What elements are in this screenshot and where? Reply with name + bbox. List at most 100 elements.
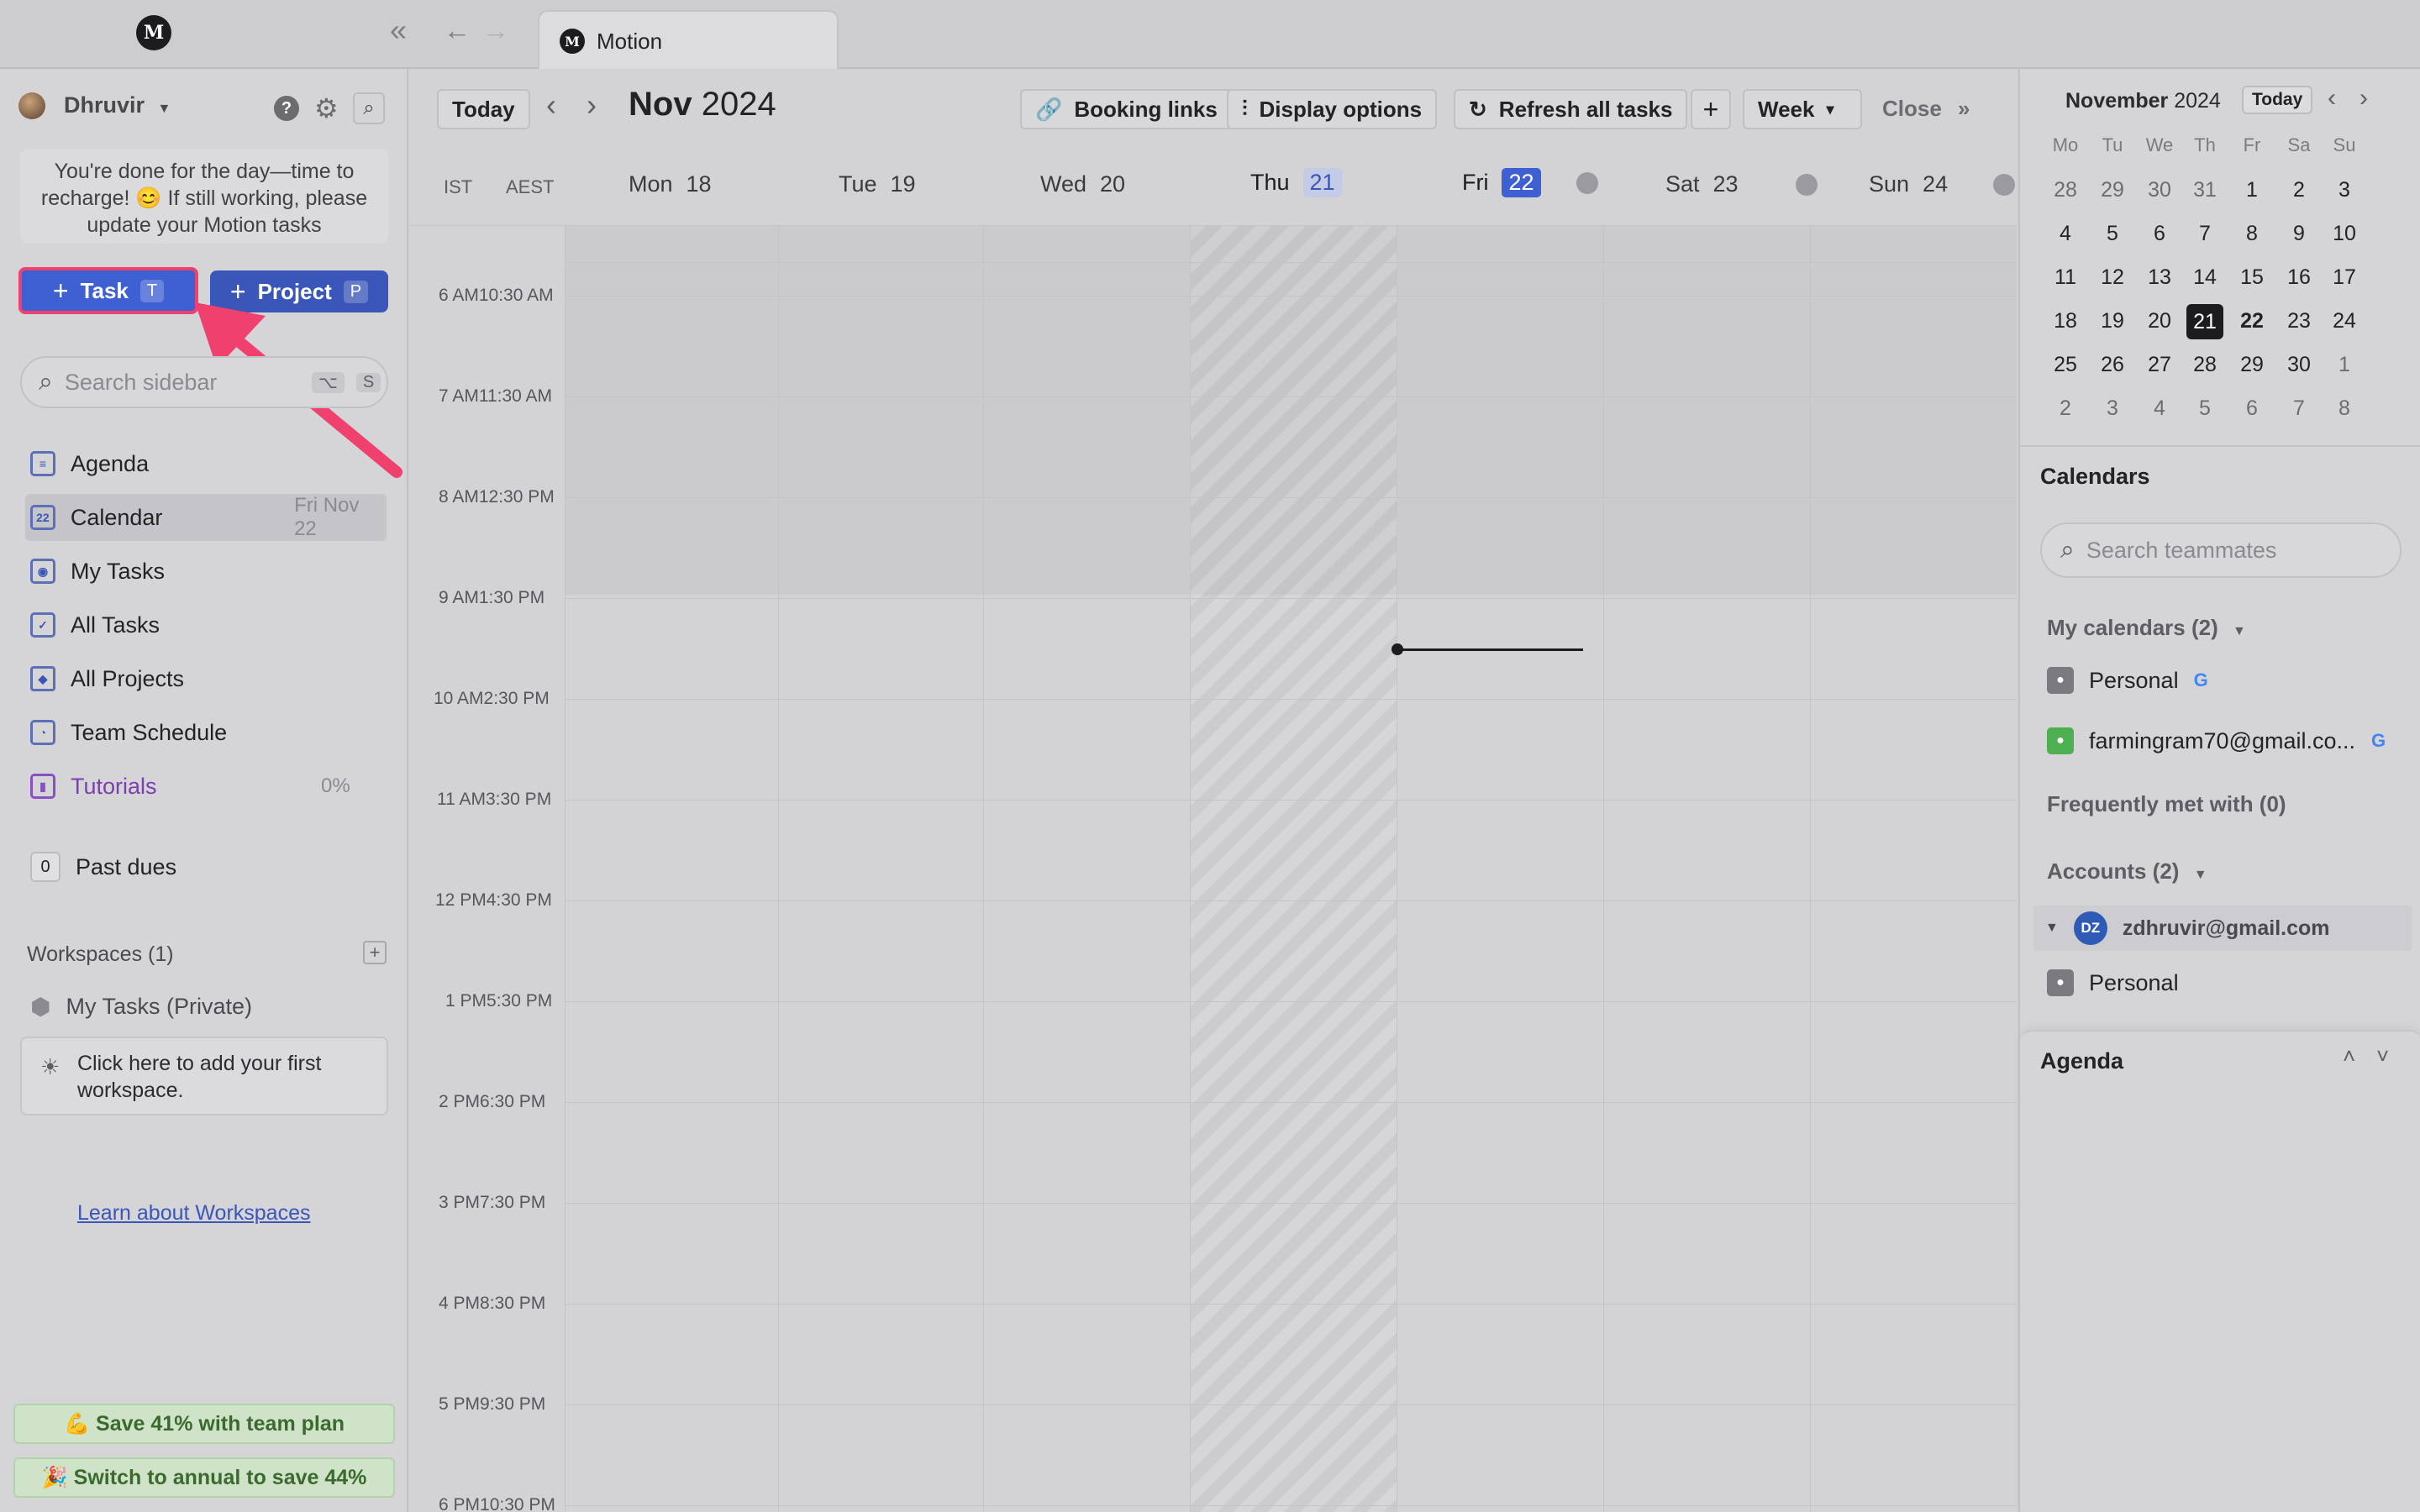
- account-calendar-personal[interactable]: ● Personal: [2047, 969, 2179, 996]
- mini-calendar-grid[interactable]: Mo Tu We Th Fr Sa Su 28 29 30 31 1 2 3 4 5 6 7 8 9 10 11 12 13 1…: [2020, 69, 2420, 438]
- mini-calendar-day[interactable]: 8: [2326, 396, 2363, 421]
- mini-calendar-day[interactable]: 16: [2281, 265, 2317, 290]
- day-header-tue[interactable]: Tue 19: [839, 171, 916, 197]
- add-first-workspace-card[interactable]: ☀ Click here to add your first workspace…: [20, 1037, 388, 1116]
- mini-calendar-day[interactable]: 6: [2141, 222, 2178, 246]
- mini-calendar-day[interactable]: 31: [2186, 178, 2223, 202]
- mini-calendar-day[interactable]: 23: [2281, 309, 2317, 333]
- sidebar-item-all-projects[interactable]: ◆ All Projects: [25, 655, 387, 702]
- team-plan-promo[interactable]: 💪 Save 41% with team plan: [13, 1404, 395, 1444]
- title-bar: M « ← → M Motion: [0, 0, 2420, 71]
- mini-calendar-day[interactable]: 4: [2141, 396, 2178, 421]
- sidebar-item-my-tasks[interactable]: ◉ My Tasks: [25, 548, 387, 595]
- search-teammates-input[interactable]: ⌕ Search teammates: [2040, 522, 2402, 578]
- mini-calendar-day[interactable]: 15: [2233, 265, 2270, 290]
- sidebar-item-agenda[interactable]: ≡ Agenda: [25, 440, 387, 487]
- view-select[interactable]: Week ▾: [1743, 89, 1862, 129]
- mini-weekday-label: Sa: [2287, 134, 2311, 155]
- mini-calendar-day[interactable]: 26: [2094, 353, 2131, 377]
- day-header-mon[interactable]: Mon 18: [629, 171, 712, 197]
- today-button[interactable]: Today: [437, 89, 530, 129]
- calendar-item-farmingram[interactable]: ● farmingram70@gmail.co... G: [2047, 727, 2386, 754]
- mini-calendar-day[interactable]: 1: [2326, 353, 2363, 377]
- my-calendars-toggle[interactable]: My calendars (2) ▼: [2047, 615, 2246, 641]
- mini-calendar-day[interactable]: 3: [2326, 178, 2363, 202]
- mini-calendar-day[interactable]: 3: [2094, 396, 2131, 421]
- annual-plan-promo[interactable]: 🎉 Switch to annual to save 44%: [13, 1457, 395, 1498]
- mini-calendar-day[interactable]: 2: [2047, 396, 2084, 421]
- mini-calendar-day[interactable]: 2: [2281, 178, 2317, 202]
- mini-calendar-day[interactable]: 30: [2281, 353, 2317, 377]
- forward-arrow-icon[interactable]: →: [482, 13, 509, 47]
- mini-calendar-day[interactable]: 28: [2047, 178, 2084, 202]
- learn-about-workspaces-link[interactable]: Learn about Workspaces: [77, 1201, 310, 1226]
- past-dues[interactable]: 0 Past dues: [25, 843, 387, 890]
- chevron-up-icon[interactable]: ˄: [2343, 1043, 2355, 1069]
- time-label: 2 PM6:30 PM: [439, 1092, 546, 1111]
- mini-calendar-day[interactable]: 13: [2141, 265, 2178, 290]
- add-task-button[interactable]: + Task T: [18, 267, 198, 314]
- mini-calendar-day[interactable]: 20: [2141, 309, 2178, 333]
- mini-calendar-day[interactable]: 22: [2233, 309, 2270, 333]
- sidebar-search-input[interactable]: ⌕ Search sidebar ⌥ S: [20, 356, 388, 408]
- booking-links-button[interactable]: 🔗 Booking links: [1020, 89, 1233, 129]
- sidebar-item-all-tasks[interactable]: ✓ All Tasks: [25, 601, 387, 648]
- mini-calendar-day[interactable]: 27: [2141, 353, 2178, 377]
- frequently-met-heading[interactable]: Frequently met with (0): [2047, 791, 2286, 817]
- mini-calendar-day[interactable]: 6: [2233, 396, 2270, 421]
- mini-calendar-day[interactable]: 28: [2186, 353, 2223, 377]
- day-header-wed[interactable]: Wed 20: [1040, 171, 1125, 197]
- close-panel-button[interactable]: Close »: [1882, 96, 1970, 122]
- help-icon[interactable]: ?: [274, 96, 299, 121]
- day-header-fri[interactable]: Fri 22: [1462, 168, 1598, 197]
- account-row[interactable]: ▼ DZ zdhruvir@gmail.com: [2033, 906, 2412, 951]
- workspace-item-my-tasks[interactable]: ⬢ My Tasks (Private): [25, 983, 387, 1030]
- mini-calendar-day[interactable]: 19: [2094, 309, 2131, 333]
- user-menu[interactable]: Dhruvir ▼: [64, 92, 171, 118]
- prev-week-icon[interactable]: ‹: [546, 87, 556, 123]
- mini-calendar-day[interactable]: 10: [2326, 222, 2363, 246]
- mini-calendar-day[interactable]: 1: [2233, 178, 2270, 202]
- chevron-down-icon[interactable]: ˅: [2376, 1043, 2389, 1069]
- tab-motion[interactable]: M Motion: [538, 10, 839, 71]
- calendar-item-personal[interactable]: ● Personal G: [2047, 667, 2208, 694]
- mini-calendar-day[interactable]: 24: [2326, 309, 2363, 333]
- collapse-sidebar-icon[interactable]: «: [390, 13, 407, 47]
- user-avatar[interactable]: [18, 92, 45, 119]
- day-header-sun[interactable]: Sun 24: [1869, 171, 2016, 197]
- sidebar-item-tutorials[interactable]: ▮ Tutorials 0%: [25, 763, 387, 810]
- hour-line: [565, 900, 2017, 901]
- display-options-button[interactable]: ⫶ Display options: [1227, 89, 1438, 129]
- mini-calendar-day[interactable]: 8: [2233, 222, 2270, 246]
- mini-calendar-day[interactable]: 25: [2047, 353, 2084, 377]
- day-header-thu[interactable]: Thu 21: [1250, 168, 1342, 197]
- mini-calendar-day[interactable]: 9: [2281, 222, 2317, 246]
- next-week-icon[interactable]: ›: [587, 87, 597, 123]
- mini-calendar-day[interactable]: 29: [2094, 178, 2131, 202]
- add-workspace-icon[interactable]: +: [363, 941, 387, 964]
- accounts-toggle[interactable]: Accounts (2) ▼: [2047, 858, 2207, 885]
- gear-icon[interactable]: ⚙: [314, 92, 339, 124]
- mini-calendar-day[interactable]: 21: [2186, 304, 2223, 339]
- mini-calendar-day[interactable]: 17: [2326, 265, 2363, 290]
- time-grid[interactable]: 6 AM10:30 AM 7 AM11:30 AM 8 AM12:30 PM 9…: [410, 225, 2017, 1512]
- mini-calendar-day[interactable]: 29: [2233, 353, 2270, 377]
- mini-calendar-day[interactable]: 7: [2281, 396, 2317, 421]
- day-header-sat[interactable]: Sat 23: [1665, 171, 1818, 197]
- mini-calendar-day[interactable]: 18: [2047, 309, 2084, 333]
- back-arrow-icon[interactable]: ←: [444, 13, 471, 47]
- mini-calendar-day[interactable]: 12: [2094, 265, 2131, 290]
- sidebar-item-calendar[interactable]: 22 Calendar Fri Nov 22: [25, 494, 387, 541]
- mini-calendar-day[interactable]: 11: [2047, 265, 2084, 290]
- refresh-tasks-button[interactable]: ↻ Refresh all tasks: [1454, 89, 1688, 129]
- mini-calendar-day[interactable]: 30: [2141, 178, 2178, 202]
- mini-calendar-day[interactable]: 5: [2186, 396, 2223, 421]
- mini-calendar-day[interactable]: 14: [2186, 265, 2223, 290]
- sidebar-item-team-schedule[interactable]: ◔ Team Schedule: [25, 709, 387, 756]
- time-label: 7 AM11:30 AM: [439, 386, 553, 406]
- add-event-button[interactable]: +: [1691, 89, 1731, 129]
- mini-calendar-day[interactable]: 4: [2047, 222, 2084, 246]
- search-icon[interactable]: ⌕: [353, 92, 385, 124]
- mini-calendar-day[interactable]: 7: [2186, 222, 2223, 246]
- mini-calendar-day[interactable]: 5: [2094, 222, 2131, 246]
